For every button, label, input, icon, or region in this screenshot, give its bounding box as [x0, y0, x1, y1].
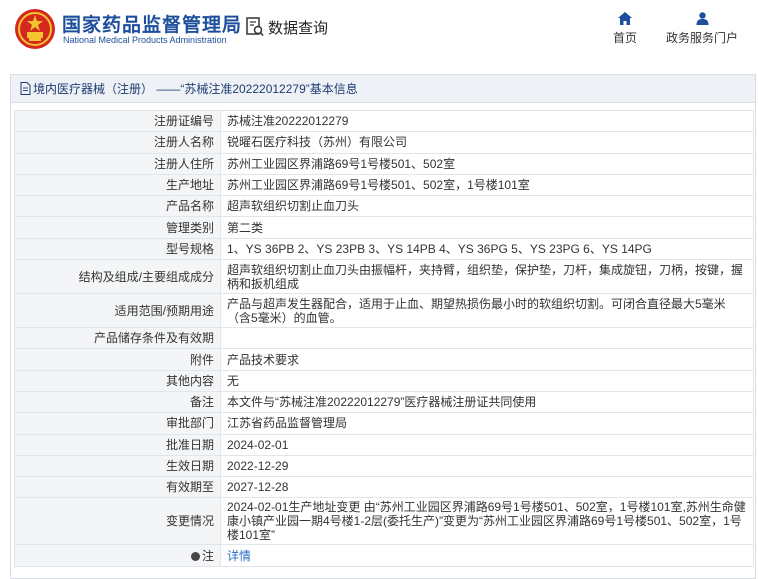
row-label: 生效日期	[14, 454, 221, 478]
row-label: 注册人名称	[14, 131, 221, 154]
page-title: 境内医疗器械（注册） ——“苏械注准20222012279”基本信息	[33, 82, 358, 96]
row-value	[220, 327, 754, 350]
table-row: 注册人名称 锐曜石医疗科技（苏州）有限公司	[14, 131, 754, 154]
row-value: 2024-02-01	[220, 433, 754, 456]
row-value: 无	[220, 369, 754, 392]
table-row: 附件 产品技术要求	[14, 348, 754, 371]
row-label: 适用范围/预期用途	[14, 293, 221, 329]
table-row: 变更情况 2024-02-01生产地址变更 由“苏州工业园区界浦路69号1号楼5…	[14, 497, 754, 546]
note-label: 注	[201, 548, 214, 563]
table-row: 产品名称 超声软组织切割止血刀头	[14, 195, 754, 218]
info-table: 注册证编号 苏械注准20222012279 注册人名称 锐曜石医疗科技（苏州）有…	[14, 109, 754, 567]
detail-panel: 境内医疗器械（注册） ——“苏械注准20222012279”基本信息 注册证编号…	[10, 74, 756, 579]
nav-home-label: 首页	[612, 31, 637, 45]
note-value-cell: 详情	[220, 544, 754, 567]
row-value: 2024-02-01生产地址变更 由“苏州工业园区界浦路69号1号楼501、50…	[220, 497, 754, 546]
brand-name-en: National Medical Products Administration	[63, 35, 227, 45]
row-label: 结构及组成/主要组成成分	[14, 259, 221, 295]
document-icon	[20, 82, 31, 95]
row-label: 注册人住所	[14, 152, 221, 175]
row-value: 苏州工业园区界浦路69号1号楼501、502室，1号楼101室	[220, 173, 754, 197]
table-row: 注册人住所 苏州工业园区界浦路69号1号楼501、502室	[14, 152, 754, 175]
detail-title-bar: 境内医疗器械（注册） ——“苏械注准20222012279”基本信息	[11, 75, 755, 103]
table-row: 批准日期 2024-02-01	[14, 433, 754, 456]
table-row: 生产地址 苏州工业园区界浦路69号1号楼501、502室，1号楼101室	[14, 173, 754, 197]
row-label: 型号规格	[14, 237, 221, 261]
document-search-icon	[246, 17, 264, 37]
row-label: 产品名称	[14, 195, 221, 218]
row-value: 超声软组织切割止血刀头	[220, 195, 754, 218]
home-icon	[618, 12, 632, 25]
table-row: 结构及组成/主要组成成分 超声软组织切割止血刀头由振幅杆，夹持臂，组织垫，保护垫…	[14, 259, 754, 295]
row-value: 1、YS 36PB 2、YS 23PB 3、YS 14PB 4、YS 36PG …	[220, 237, 754, 261]
table-row: 适用范围/预期用途 产品与超声发生器配合，适用于止血、期望热损伤最小时的软组织切…	[14, 293, 754, 329]
row-label: 附件	[14, 348, 221, 371]
row-value: 苏械注准20222012279	[220, 109, 754, 133]
table-row: 其他内容 无	[14, 369, 754, 392]
row-value: 2027-12-28	[220, 476, 754, 499]
table-row: 产品储存条件及有效期	[14, 327, 754, 350]
row-value: 产品技术要求	[220, 348, 754, 371]
row-label: 批准日期	[14, 433, 221, 456]
row-value: 产品与超声发生器配合，适用于止血、期望热损伤最小时的软组织切割。可闭合直径最大5…	[220, 293, 754, 329]
table-row: 注册证编号 苏械注准20222012279	[14, 109, 754, 133]
site-header: 国家药品监督管理局 National Medical Products Admi…	[0, 0, 758, 62]
row-value: 江苏省药品监督管理局	[220, 412, 754, 435]
row-value: 锐曜石医疗科技（苏州）有限公司	[220, 131, 754, 154]
row-label: 有效期至	[14, 476, 221, 499]
data-query-label: 数据查询	[268, 19, 329, 37]
table-row: 管理类别 第二类	[14, 216, 754, 239]
row-value: 超声软组织切割止血刀头由振幅杆，夹持臂，组织垫，保护垫，刀杆，集成旋钮，刀柄，按…	[220, 259, 754, 295]
details-link[interactable]: 详情	[227, 549, 251, 563]
row-label: 备注	[14, 390, 221, 414]
row-label: 注册证编号	[14, 109, 221, 133]
row-value: 苏州工业园区界浦路69号1号楼501、502室	[220, 152, 754, 175]
national-emblem-icon	[15, 9, 55, 49]
nav-portal-label: 政务服务门户	[665, 31, 738, 45]
user-icon	[696, 12, 708, 25]
row-label: 产品储存条件及有效期	[14, 327, 221, 350]
table-row: 生效日期 2022-12-29	[14, 454, 754, 478]
row-label: 变更情况	[14, 497, 221, 546]
table-row: 注 详情	[14, 544, 754, 567]
row-label: 生产地址	[14, 173, 221, 197]
brand-name-cn[interactable]: 国家药品监督管理局	[62, 10, 242, 37]
row-value: 本文件与“苏械注准20222012279”医疗器械注册证共同使用	[220, 390, 754, 414]
table-row: 审批部门 江苏省药品监督管理局	[14, 412, 754, 435]
table-row: 型号规格 1、YS 36PB 2、YS 23PB 3、YS 14PB 4、YS …	[14, 237, 754, 261]
row-value: 第二类	[220, 216, 754, 239]
row-label: 管理类别	[14, 216, 221, 239]
note-label-cell: 注	[14, 544, 221, 567]
nav-service-portal[interactable]: 政务服务门户	[660, 12, 744, 46]
table-row: 有效期至 2027-12-28	[14, 476, 754, 499]
table-row: 备注 本文件与“苏械注准20222012279”医疗器械注册证共同使用	[14, 390, 754, 414]
pin-icon	[190, 551, 200, 561]
nav-home[interactable]: 首页	[608, 12, 642, 46]
row-label: 其他内容	[14, 369, 221, 392]
data-query-link[interactable]: 数据查询	[246, 15, 328, 39]
row-value: 2022-12-29	[220, 454, 754, 478]
row-label: 审批部门	[14, 412, 221, 435]
